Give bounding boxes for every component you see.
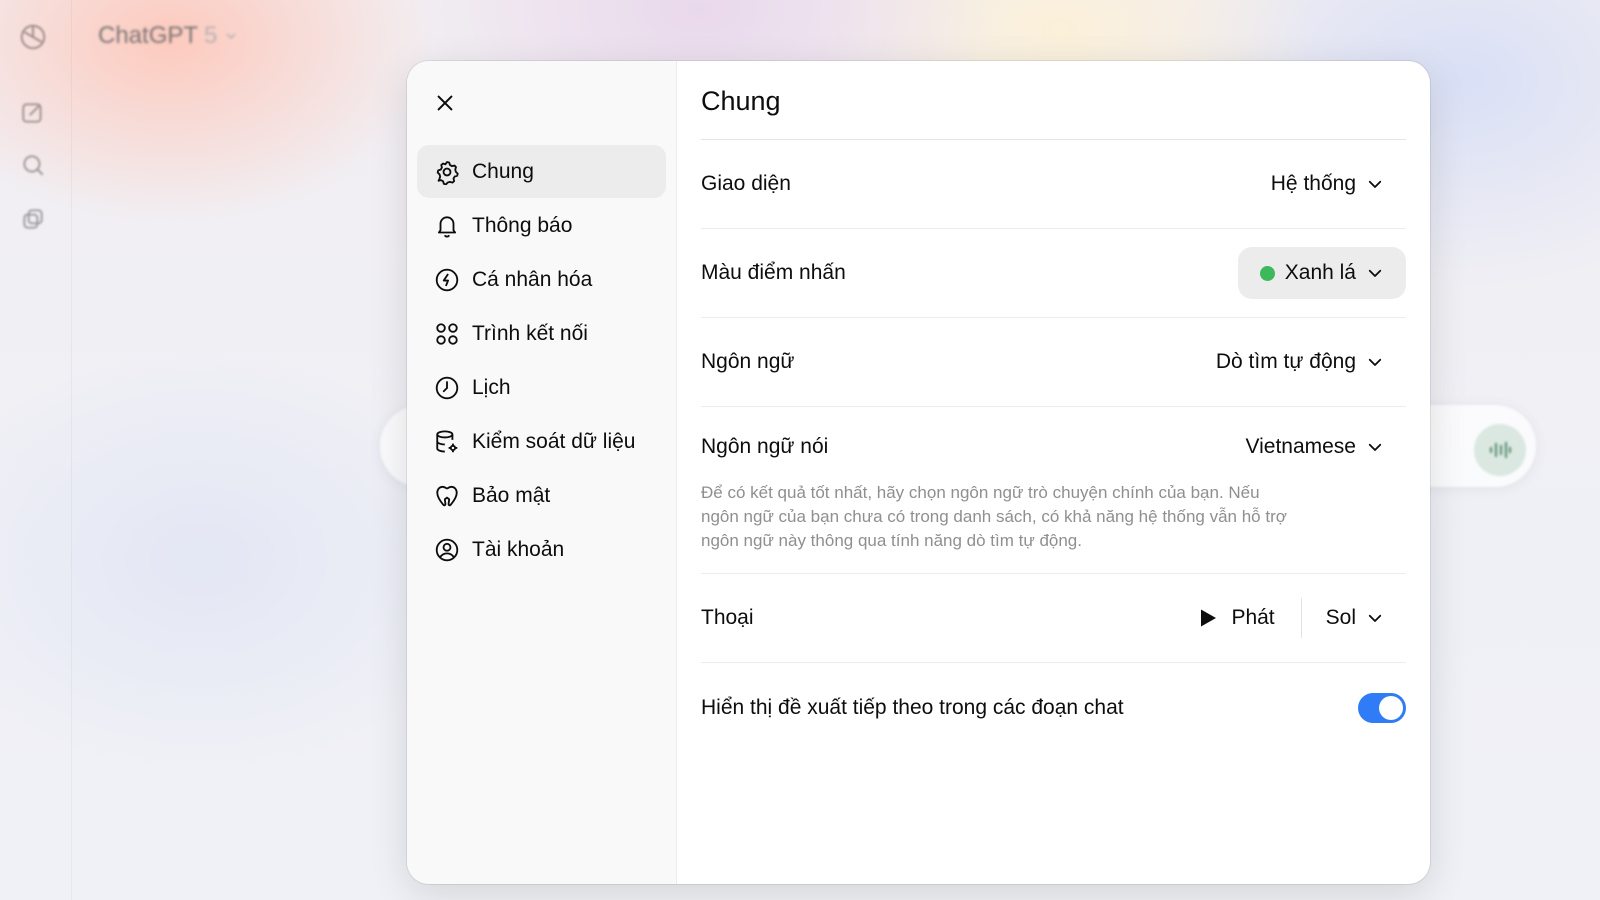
chevron-down-icon xyxy=(1368,269,1382,277)
nav-item-label: Chung xyxy=(472,159,534,183)
nav-item-data-controls[interactable]: Kiểm soát dữ liệu xyxy=(417,415,666,468)
language-label: Ngôn ngữ xyxy=(701,350,795,373)
nav-item-label: Trình kết nối xyxy=(472,321,588,345)
search-icon xyxy=(23,155,44,176)
voice-value: Sol xyxy=(1325,606,1356,629)
accent-color-dropdown[interactable]: Xanh lá xyxy=(1237,247,1406,299)
background-app-title: ChatGPT 5 xyxy=(98,22,239,50)
voice-dropdown[interactable]: Sol xyxy=(1302,592,1406,644)
nav-item-personalization[interactable]: Cá nhân hóa xyxy=(417,253,666,306)
nav-item-label: Lịch xyxy=(472,375,511,399)
spoken-language-label: Ngôn ngữ nói xyxy=(701,435,829,458)
chevron-down-icon xyxy=(1368,358,1382,366)
nav-item-account[interactable]: Tài khoản xyxy=(417,523,666,576)
chevron-down-icon xyxy=(226,33,236,40)
follow-up-suggestions-label: Hiển thị đề xuất tiếp theo trong các đoạ… xyxy=(701,696,1124,719)
settings-content: Chung Giao diện Hệ thống Màu điểm nhấn X… xyxy=(677,61,1430,884)
database-gear-icon xyxy=(436,429,458,452)
voice-label: Thoại xyxy=(701,606,754,629)
voice-controls: Phát Sol xyxy=(1185,592,1406,644)
play-voice-label: Phát xyxy=(1231,606,1275,629)
accent-color-label: Màu điểm nhấn xyxy=(701,261,846,284)
nav-item-label: Kiểm soát dữ liệu xyxy=(472,429,636,453)
settings-modal: Chung Thông báo Cá nhân hóa Trình kết nố… xyxy=(407,61,1430,884)
nav-item-label: Bảo mật xyxy=(472,483,551,507)
nav-item-label: Cá nhân hóa xyxy=(472,267,593,291)
toggle-knob xyxy=(1379,696,1403,720)
follow-up-suggestions-toggle[interactable] xyxy=(1358,693,1406,723)
voice-row: Thoại Phát Sol xyxy=(701,574,1406,663)
language-dropdown[interactable]: Dò tìm tự động xyxy=(1202,336,1406,388)
nav-item-general[interactable]: Chung xyxy=(417,145,666,198)
nav-item-security[interactable]: Bảo mật xyxy=(417,469,666,522)
spoken-language-value: Vietnamese xyxy=(1245,435,1356,458)
connectors-icon xyxy=(436,322,458,345)
nav-item-label: Thông báo xyxy=(472,213,573,237)
background-sidebar xyxy=(0,0,72,900)
nav-item-label: Tài khoản xyxy=(472,537,565,561)
follow-up-suggestions-row: Hiển thị đề xuất tiếp theo trong các đoạ… xyxy=(701,663,1406,753)
language-row: Ngôn ngữ Dò tìm tự động xyxy=(701,318,1406,407)
settings-nav-list: Chung Thông báo Cá nhân hóa Trình kết nố… xyxy=(407,145,676,576)
theme-label: Giao diện xyxy=(701,172,791,195)
language-value: Dò tìm tự động xyxy=(1215,350,1356,373)
spoken-language-description: Để có kết quả tốt nhất, hãy chọn ngôn ng… xyxy=(701,483,1287,550)
chevron-down-icon xyxy=(1368,180,1382,188)
accent-color-dot xyxy=(1259,265,1275,281)
gear-icon xyxy=(436,160,459,185)
page-title: Chung xyxy=(701,61,1406,140)
chevron-down-icon xyxy=(1368,614,1382,622)
close-icon xyxy=(437,95,453,111)
nav-item-connectors[interactable]: Trình kết nối xyxy=(417,307,666,360)
theme-dropdown[interactable]: Hệ thống xyxy=(1257,158,1406,210)
accent-color-row: Màu điểm nhấn Xanh lá xyxy=(701,229,1406,318)
spoken-language-dropdown[interactable]: Vietnamese xyxy=(1231,421,1406,473)
theme-value: Hệ thống xyxy=(1270,172,1356,195)
shield-icon xyxy=(436,485,458,506)
background-voice-button xyxy=(1474,424,1526,476)
play-icon xyxy=(1201,609,1217,627)
new-chat-icon xyxy=(22,103,42,123)
library-icon xyxy=(23,209,43,229)
personalize-icon xyxy=(435,268,459,291)
user-circle-icon xyxy=(435,538,459,561)
spoken-language-row: Ngôn ngữ nói Vietnamese Để có kết quả tố… xyxy=(701,407,1406,574)
accent-color-value: Xanh lá xyxy=(1284,261,1356,284)
theme-row: Giao diện Hệ thống xyxy=(701,140,1406,229)
nav-item-schedule[interactable]: Lịch xyxy=(417,361,666,414)
openai-logo-icon xyxy=(20,24,46,50)
clock-icon xyxy=(435,376,459,399)
close-button[interactable] xyxy=(429,87,461,119)
settings-nav: Chung Thông báo Cá nhân hóa Trình kết nố… xyxy=(407,61,677,884)
bell-icon xyxy=(437,215,457,237)
chevron-down-icon xyxy=(1368,443,1382,451)
waveform-icon xyxy=(1489,441,1512,459)
nav-item-notifications[interactable]: Thông báo xyxy=(417,199,666,252)
play-voice-button[interactable]: Phát xyxy=(1185,598,1302,638)
